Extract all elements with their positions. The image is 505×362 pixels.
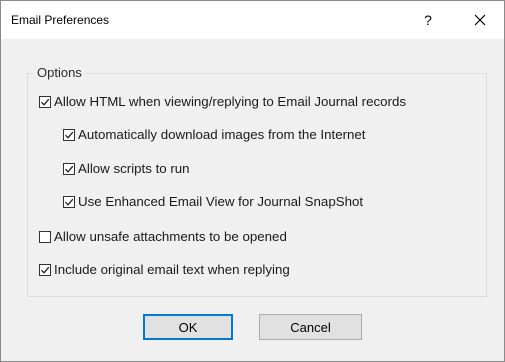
include-original-text-checkbox[interactable] <box>39 263 51 276</box>
option-label: Allow HTML when viewing/replying to Emai… <box>54 94 407 109</box>
option-label: Allow unsafe attachments to be opened <box>54 229 287 244</box>
dialog-title: Email Preferences <box>11 13 110 27</box>
option-label: Include original email text when replyin… <box>54 262 290 277</box>
help-button[interactable]: ? <box>413 7 443 33</box>
option-allow-scripts[interactable]: Allow scripts to run <box>63 161 190 176</box>
option-allow-html[interactable]: Allow HTML when viewing/replying to Emai… <box>39 94 406 109</box>
title-bar: Email Preferences ? <box>1 1 504 39</box>
option-include-original-text[interactable]: Include original email text when replyin… <box>39 262 290 277</box>
enhanced-email-view-checkbox[interactable] <box>63 195 75 208</box>
close-button[interactable] <box>463 7 497 33</box>
question-mark-icon: ? <box>424 12 432 28</box>
allow-scripts-checkbox[interactable] <box>63 162 75 175</box>
option-unsafe-attachments[interactable]: Allow unsafe attachments to be opened <box>39 229 287 244</box>
cancel-button[interactable]: Cancel <box>259 314 362 340</box>
checkmark-icon <box>65 131 74 139</box>
checkmark-icon <box>41 266 50 274</box>
options-group-label: Options <box>33 65 86 80</box>
download-images-checkbox[interactable] <box>63 128 75 141</box>
option-label: Automatically download images from the I… <box>78 127 366 142</box>
checkmark-icon <box>41 98 50 106</box>
close-icon <box>474 14 486 26</box>
checkmark-icon <box>65 165 74 173</box>
option-download-images[interactable]: Automatically download images from the I… <box>63 127 366 142</box>
ok-button[interactable]: OK <box>143 314 233 340</box>
email-preferences-dialog: Email Preferences ? Options Allow HTML w… <box>0 0 505 362</box>
option-label: Use Enhanced Email View for Journal Snap… <box>78 194 364 209</box>
option-enhanced-email-view[interactable]: Use Enhanced Email View for Journal Snap… <box>63 194 363 209</box>
checkmark-icon <box>65 198 74 206</box>
option-label: Allow scripts to run <box>78 161 190 176</box>
unsafe-attachments-checkbox[interactable] <box>39 230 51 243</box>
allow-html-checkbox[interactable] <box>39 95 51 108</box>
